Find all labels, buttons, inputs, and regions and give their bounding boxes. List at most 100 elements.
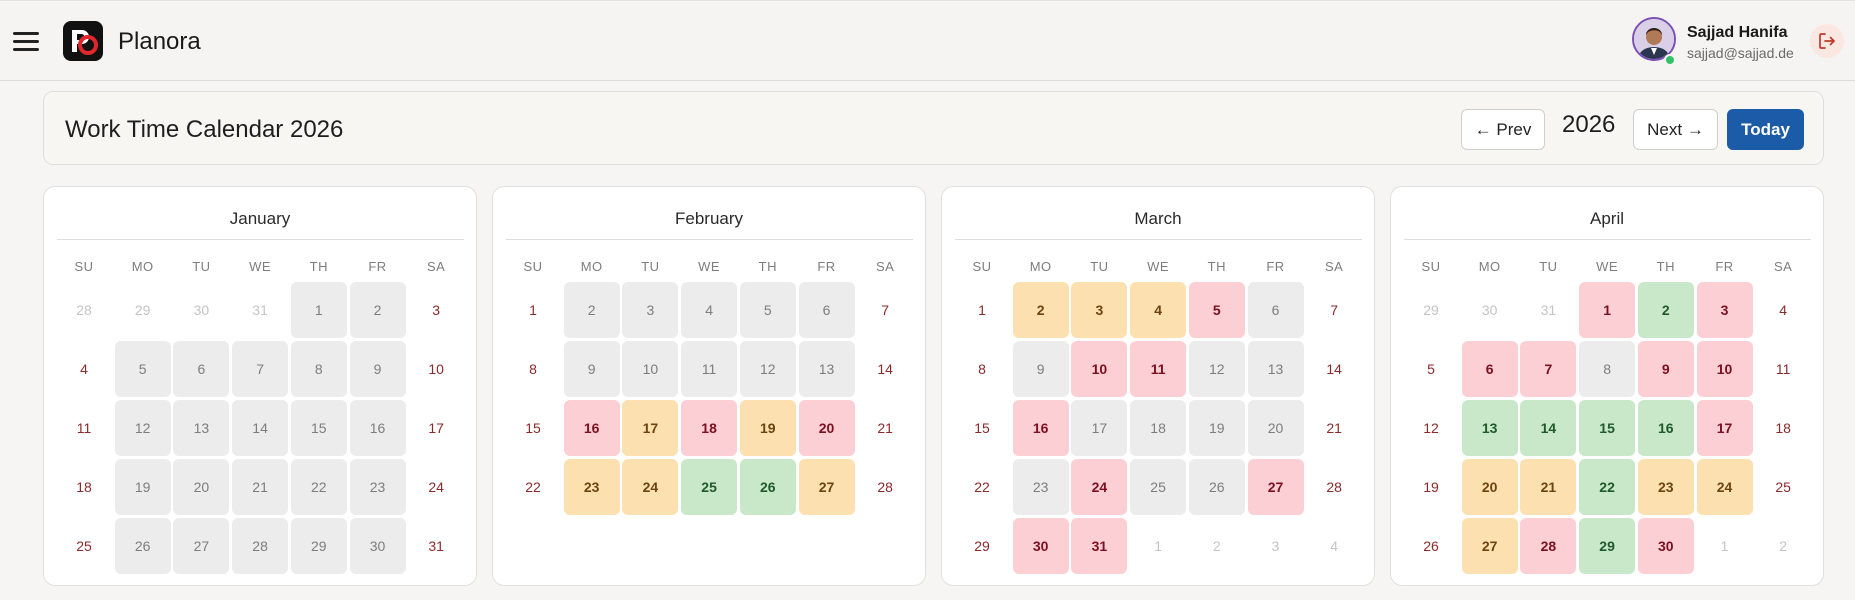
day-cell[interactable]: 2 xyxy=(1012,282,1069,338)
day-cell[interactable]: 26 xyxy=(739,459,796,515)
prev-year-button[interactable]: ← Prev xyxy=(1461,109,1545,150)
day-cell[interactable]: 7 xyxy=(1306,282,1362,338)
day-cell[interactable]: 19 xyxy=(1188,400,1245,456)
day-cell[interactable]: 8 xyxy=(954,341,1010,397)
day-cell[interactable]: 1 xyxy=(290,282,347,338)
day-cell[interactable]: 29 xyxy=(1579,518,1636,574)
day-cell[interactable]: 28 xyxy=(1306,459,1362,515)
day-cell[interactable]: 19 xyxy=(114,459,171,515)
day-cell[interactable]: 11 xyxy=(1130,341,1187,397)
day-cell[interactable]: 9 xyxy=(349,341,406,397)
day-cell[interactable]: 26 xyxy=(1403,518,1459,574)
day-cell[interactable]: 22 xyxy=(505,459,561,515)
day-cell[interactable]: 16 xyxy=(1012,400,1069,456)
day-cell[interactable]: 20 xyxy=(798,400,855,456)
day-cell[interactable]: 27 xyxy=(798,459,855,515)
day-cell[interactable]: 29 xyxy=(290,518,347,574)
day-cell[interactable]: 4 xyxy=(681,282,738,338)
day-cell[interactable]: 5 xyxy=(114,341,171,397)
day-cell[interactable]: 18 xyxy=(681,400,738,456)
day-cell[interactable]: 3 xyxy=(408,282,464,338)
day-cell[interactable]: 20 xyxy=(1247,400,1304,456)
day-cell[interactable]: 4 xyxy=(1130,282,1187,338)
day-cell[interactable]: 14 xyxy=(232,400,289,456)
logout-button[interactable] xyxy=(1810,24,1844,58)
day-cell[interactable]: 18 xyxy=(1130,400,1187,456)
day-cell[interactable]: 11 xyxy=(681,341,738,397)
day-cell[interactable]: 21 xyxy=(857,400,913,456)
day-cell[interactable]: 17 xyxy=(408,400,464,456)
day-cell[interactable]: 4 xyxy=(56,341,112,397)
day-cell[interactable]: 3 xyxy=(622,282,679,338)
day-cell[interactable]: 8 xyxy=(505,341,561,397)
day-cell[interactable]: 14 xyxy=(857,341,913,397)
day-cell[interactable]: 18 xyxy=(1755,400,1811,456)
day-cell[interactable]: 8 xyxy=(290,341,347,397)
day-cell[interactable]: 24 xyxy=(408,459,464,515)
day-cell[interactable]: 3 xyxy=(1696,282,1753,338)
next-year-button[interactable]: Next → xyxy=(1633,109,1718,150)
day-cell[interactable]: 3 xyxy=(1071,282,1128,338)
day-cell[interactable]: 16 xyxy=(349,400,406,456)
day-cell[interactable]: 6 xyxy=(173,341,230,397)
day-cell[interactable]: 29 xyxy=(954,518,1010,574)
day-cell[interactable]: 11 xyxy=(56,400,112,456)
day-cell[interactable]: 19 xyxy=(1403,459,1459,515)
day-cell[interactable]: 31 xyxy=(408,518,464,574)
today-button[interactable]: Today xyxy=(1727,109,1804,150)
day-cell[interactable]: 28 xyxy=(232,518,289,574)
day-cell[interactable]: 11 xyxy=(1755,341,1811,397)
day-cell[interactable]: 25 xyxy=(1755,459,1811,515)
day-cell[interactable]: 14 xyxy=(1306,341,1362,397)
day-cell[interactable]: 16 xyxy=(563,400,620,456)
day-cell[interactable]: 22 xyxy=(290,459,347,515)
day-cell[interactable]: 12 xyxy=(1188,341,1245,397)
day-cell[interactable]: 13 xyxy=(1461,400,1518,456)
day-cell[interactable]: 21 xyxy=(1520,459,1577,515)
day-cell[interactable]: 15 xyxy=(954,400,1010,456)
day-cell[interactable]: 8 xyxy=(1579,341,1636,397)
day-cell[interactable]: 22 xyxy=(954,459,1010,515)
day-cell[interactable]: 23 xyxy=(1637,459,1694,515)
day-cell[interactable]: 19 xyxy=(739,400,796,456)
day-cell[interactable]: 9 xyxy=(563,341,620,397)
day-cell[interactable]: 10 xyxy=(1696,341,1753,397)
day-cell[interactable]: 9 xyxy=(1637,341,1694,397)
day-cell[interactable]: 2 xyxy=(563,282,620,338)
day-cell[interactable]: 18 xyxy=(56,459,112,515)
day-cell[interactable]: 26 xyxy=(114,518,171,574)
day-cell[interactable]: 26 xyxy=(1188,459,1245,515)
day-cell[interactable]: 17 xyxy=(1071,400,1128,456)
day-cell[interactable]: 7 xyxy=(232,341,289,397)
day-cell[interactable]: 23 xyxy=(1012,459,1069,515)
day-cell[interactable]: 30 xyxy=(1012,518,1069,574)
day-cell[interactable]: 27 xyxy=(1461,518,1518,574)
day-cell[interactable]: 2 xyxy=(349,282,406,338)
day-cell[interactable]: 25 xyxy=(56,518,112,574)
day-cell[interactable]: 23 xyxy=(563,459,620,515)
day-cell[interactable]: 15 xyxy=(505,400,561,456)
day-cell[interactable]: 24 xyxy=(622,459,679,515)
day-cell[interactable]: 7 xyxy=(857,282,913,338)
day-cell[interactable]: 15 xyxy=(1579,400,1636,456)
day-cell[interactable]: 12 xyxy=(739,341,796,397)
day-cell[interactable]: 24 xyxy=(1696,459,1753,515)
day-cell[interactable]: 5 xyxy=(739,282,796,338)
day-cell[interactable]: 27 xyxy=(173,518,230,574)
day-cell[interactable]: 13 xyxy=(173,400,230,456)
day-cell[interactable]: 15 xyxy=(290,400,347,456)
day-cell[interactable]: 1 xyxy=(954,282,1010,338)
day-cell[interactable]: 9 xyxy=(1012,341,1069,397)
day-cell[interactable]: 17 xyxy=(622,400,679,456)
day-cell[interactable]: 30 xyxy=(349,518,406,574)
day-cell[interactable]: 2 xyxy=(1637,282,1694,338)
day-cell[interactable]: 10 xyxy=(408,341,464,397)
planora-logo-icon[interactable] xyxy=(63,21,103,61)
day-cell[interactable]: 20 xyxy=(173,459,230,515)
day-cell[interactable]: 25 xyxy=(1130,459,1187,515)
day-cell[interactable]: 25 xyxy=(681,459,738,515)
day-cell[interactable]: 6 xyxy=(798,282,855,338)
day-cell[interactable]: 1 xyxy=(1579,282,1636,338)
day-cell[interactable]: 4 xyxy=(1755,282,1811,338)
day-cell[interactable]: 12 xyxy=(1403,400,1459,456)
